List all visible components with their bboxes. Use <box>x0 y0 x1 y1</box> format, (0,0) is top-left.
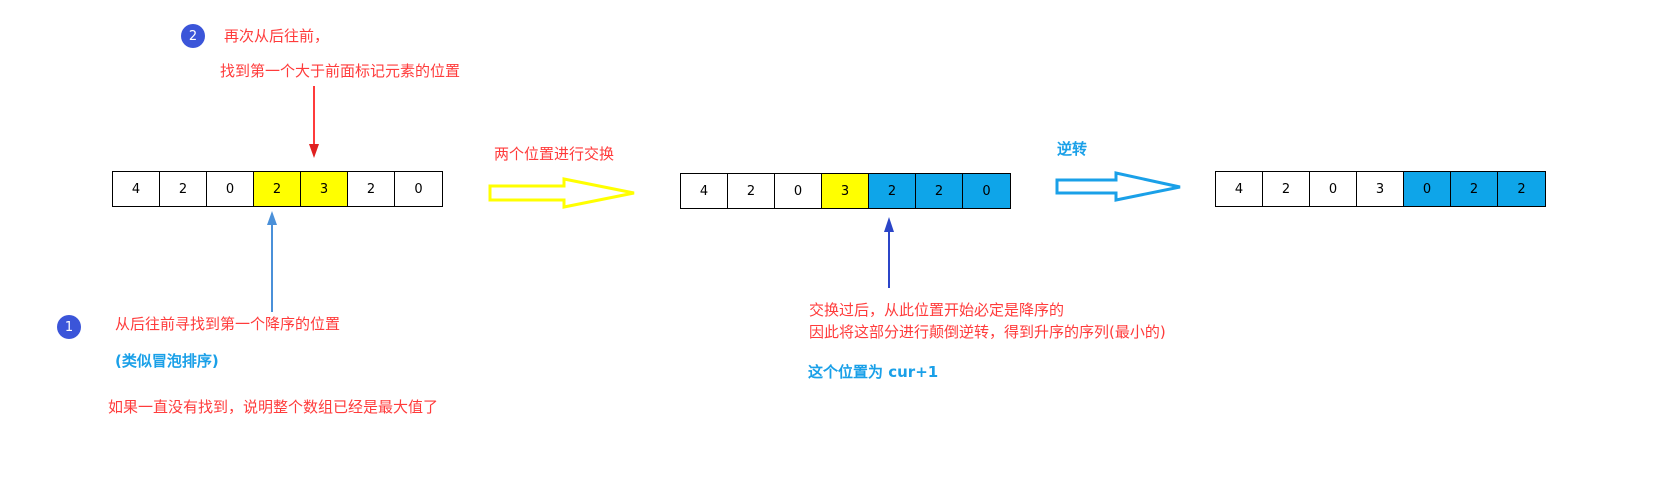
swap-block-arrow <box>488 177 635 209</box>
cur-up-arrow <box>884 217 894 288</box>
reverse-block-arrow <box>1055 171 1181 202</box>
step2-down-arrow <box>309 86 319 158</box>
arrows-layer <box>267 86 1181 312</box>
step1-up-arrow <box>267 211 277 312</box>
